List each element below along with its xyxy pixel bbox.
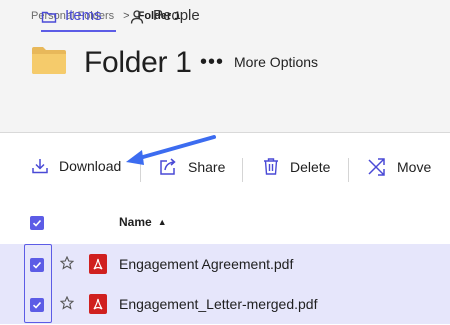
download-icon (32, 159, 48, 174)
selection-highlight-box (24, 244, 52, 323)
more-options-button[interactable]: ••• More Options (200, 51, 319, 73)
table-header: Name ▲ (0, 205, 450, 241)
move-label: Move (397, 159, 432, 175)
name-column-header[interactable]: Name ▲ (119, 215, 167, 229)
tab-people[interactable]: People (129, 0, 209, 32)
folder-header: Personal Folders > Folder 1 Folder 1 •••… (0, 0, 450, 132)
folder-icon (32, 47, 66, 74)
trash-icon (264, 158, 278, 175)
tab-items[interactable]: Items (41, 0, 116, 32)
delete-label: Delete (290, 158, 331, 175)
sort-ascending-icon: ▲ (157, 217, 167, 227)
toolbar-divider (242, 158, 243, 182)
table-row[interactable]: Engagement Agreement.pdf (0, 244, 450, 284)
pdf-file-icon (89, 294, 107, 314)
download-label: Download (59, 158, 122, 174)
more-options-label: More Options (234, 54, 319, 70)
tab-people-label: People (153, 7, 200, 24)
annotation-arrow (126, 135, 216, 165)
page-title: Folder 1 (84, 46, 192, 79)
table-row[interactable]: Engagement_Letter-merged.pdf (0, 284, 450, 324)
delete-button[interactable]: Delete (262, 157, 330, 176)
person-icon (130, 10, 144, 24)
star-icon[interactable] (60, 296, 74, 310)
more-icon: ••• (200, 51, 225, 73)
file-name[interactable]: Engagement Agreement.pdf (119, 256, 293, 272)
name-column-label: Name (119, 215, 152, 229)
checkmark-icon (32, 219, 42, 227)
download-button[interactable]: Download (31, 157, 121, 175)
file-name[interactable]: Engagement_Letter-merged.pdf (119, 296, 317, 312)
toolbar: Download Share Delete Move (0, 133, 450, 205)
move-button[interactable]: Move (367, 157, 431, 177)
select-all-checkbox[interactable] (30, 216, 44, 230)
toolbar-divider (348, 158, 349, 182)
folder-outline-icon (41, 11, 57, 23)
move-icon (368, 158, 385, 176)
pdf-file-icon (89, 254, 107, 274)
tab-items-label: Items (65, 7, 102, 24)
star-icon[interactable] (60, 256, 74, 270)
